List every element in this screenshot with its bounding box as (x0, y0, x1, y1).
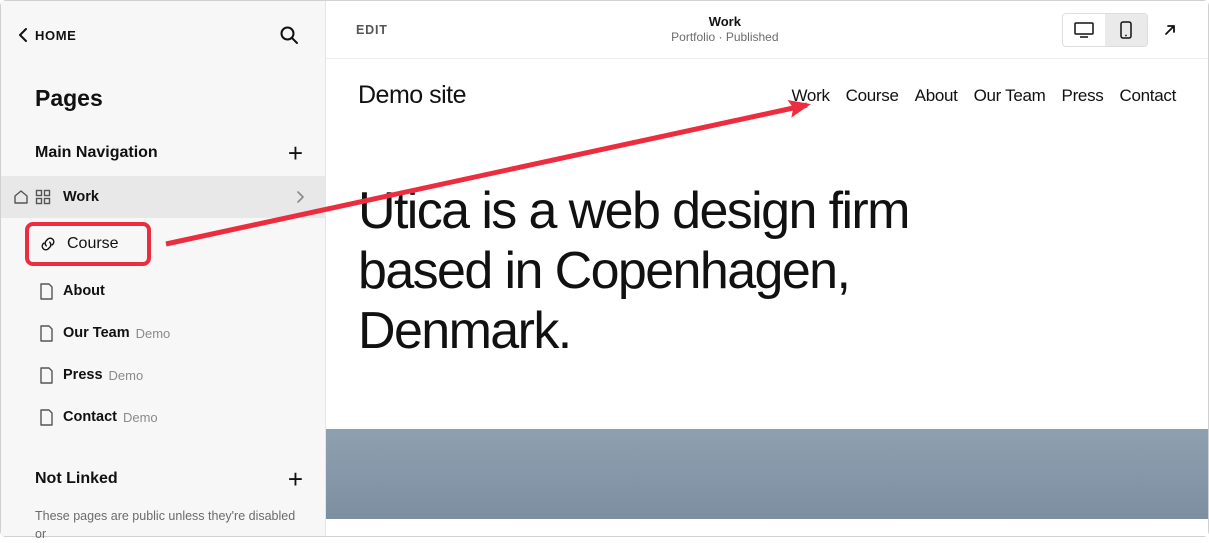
site-nav-contact[interactable]: Contact (1120, 86, 1177, 106)
pages-title: Pages (1, 57, 325, 136)
nav-item-our-team[interactable]: Our Team Demo (1, 312, 325, 354)
site-nav-course[interactable]: Course (846, 86, 899, 106)
topbar: EDIT Work Portfolio · Published (326, 1, 1208, 59)
site-nav: Work Course About Our Team Press Contact (791, 86, 1176, 106)
add-not-linked-button[interactable]: + (288, 466, 303, 492)
expand-button[interactable] (1162, 22, 1178, 38)
desktop-view-button[interactable] (1063, 14, 1105, 46)
nav-item-press[interactable]: Press Demo (1, 354, 325, 396)
nav-item-work[interactable]: Work (1, 176, 325, 218)
grid-icon (35, 189, 51, 205)
home-icon (13, 189, 29, 205)
section-main-navigation: Main Navigation + (1, 136, 325, 176)
site-preview: Demo site Work Course About Our Team Pre… (326, 59, 1208, 536)
page-icon (39, 325, 54, 342)
main-nav-label: Main Navigation (35, 144, 158, 162)
nav-item-label: Course (67, 235, 119, 253)
expand-icon (1162, 22, 1178, 38)
nav-item-label: Press (63, 367, 103, 383)
mobile-icon (1120, 21, 1132, 39)
page-title: Work (671, 14, 778, 30)
search-button[interactable] (275, 21, 303, 49)
nav-list: Work Course About (1, 176, 325, 438)
not-linked-label: Not Linked (35, 470, 118, 488)
demo-badge: Demo (109, 368, 144, 383)
home-label: HOME (35, 28, 76, 43)
nav-item-label: About (63, 283, 105, 299)
site-nav-our-team[interactable]: Our Team (974, 86, 1046, 106)
main-area: EDIT Work Portfolio · Published (326, 1, 1208, 536)
nav-item-label: Work (63, 189, 99, 205)
home-button[interactable]: HOME (19, 28, 76, 43)
edit-button[interactable]: EDIT (356, 23, 388, 37)
device-toggle (1062, 13, 1148, 47)
section-not-linked: Not Linked + (1, 438, 325, 502)
chevron-right-icon (297, 191, 305, 203)
sidebar: HOME Pages Main Navigation + Work (1, 1, 326, 536)
nav-item-label: Our Team (63, 325, 130, 341)
site-nav-work[interactable]: Work (791, 86, 829, 106)
page-icon (39, 283, 54, 300)
page-icon (39, 409, 54, 426)
add-page-button[interactable]: + (288, 140, 303, 166)
nav-item-about[interactable]: About (1, 270, 325, 312)
demo-badge: Demo (136, 326, 171, 341)
link-icon (39, 235, 57, 253)
nav-item-course[interactable]: Course (25, 222, 151, 266)
hero-text: Utica is a web design firm based in Cope… (326, 110, 1046, 361)
site-nav-press[interactable]: Press (1062, 86, 1104, 106)
nav-item-label: Contact (63, 409, 117, 425)
site-title[interactable]: Demo site (358, 81, 466, 110)
mobile-view-button[interactable] (1105, 14, 1147, 46)
demo-badge: Demo (123, 410, 158, 425)
page-subtitle: Portfolio · Published (671, 30, 778, 45)
nav-item-contact[interactable]: Contact Demo (1, 396, 325, 438)
desktop-icon (1074, 22, 1094, 38)
site-nav-about[interactable]: About (915, 86, 958, 106)
hero-image-band (326, 429, 1208, 519)
chevron-left-icon (19, 28, 29, 42)
search-icon (279, 25, 299, 45)
page-icon (39, 367, 54, 384)
